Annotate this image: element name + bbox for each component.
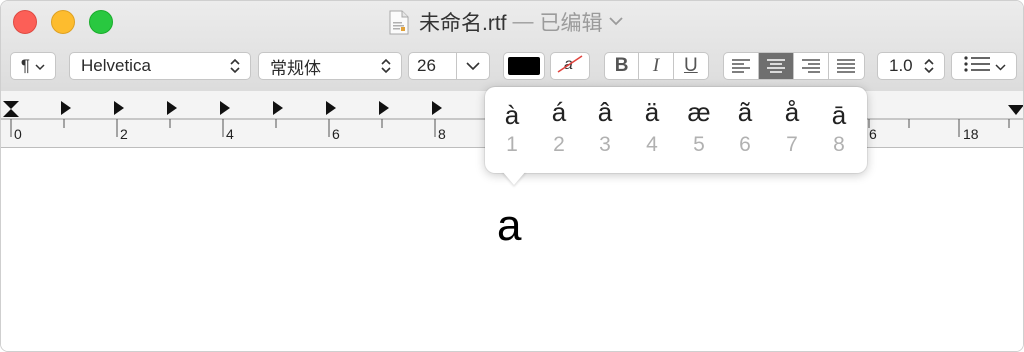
- accent-option[interactable]: ä 4: [632, 95, 672, 157]
- tab-stop-marker: [220, 101, 230, 115]
- ruler-number: 2: [120, 126, 128, 142]
- ruler-number: 8: [438, 126, 446, 142]
- first-line-indent-marker: [3, 101, 19, 109]
- font-family-value: Helvetica: [81, 56, 151, 75]
- document-name: 未命名.rtf: [419, 12, 507, 35]
- text-style-segmented-control: B I U: [604, 52, 709, 80]
- accent-char: â: [597, 97, 613, 127]
- accent-char: ä: [644, 97, 660, 127]
- updown-chevron-icon: [922, 56, 936, 76]
- chevron-down-icon[interactable]: [457, 61, 489, 71]
- accent-key: 1: [506, 133, 518, 156]
- accent-option[interactable]: à 1: [492, 95, 532, 157]
- align-left-icon: [732, 59, 750, 73]
- accent-char: ā: [831, 100, 847, 130]
- title-separator: —: [512, 10, 534, 33]
- rtf-document-icon: [389, 10, 409, 35]
- justify-button[interactable]: [829, 53, 864, 79]
- font-style-select[interactable]: 常规体: [258, 52, 402, 80]
- bold-button[interactable]: B: [605, 53, 640, 79]
- align-left-button[interactable]: [724, 53, 759, 79]
- alignment-segmented-control: [723, 52, 865, 80]
- updown-chevron-icon: [228, 56, 242, 76]
- align-center-icon: [767, 59, 785, 73]
- chevron-down-icon: [35, 56, 45, 76]
- close-button[interactable]: [13, 10, 37, 34]
- chevron-down-icon[interactable]: [608, 13, 623, 31]
- line-spacing-value: 1.0: [889, 56, 913, 75]
- bulleted-list-icon: [963, 55, 991, 78]
- accent-char: ã: [737, 97, 753, 127]
- ruler-number: 6: [869, 126, 877, 142]
- ruler-number: 4: [226, 126, 234, 142]
- textedit-window: 未命名.rtf — 已编辑 ¶ Helvetica 常规体 26 B I U 1…: [0, 0, 1024, 352]
- ruler-number: 6: [332, 126, 340, 142]
- font-size-combo[interactable]: 26: [408, 52, 490, 80]
- accent-key: 7: [786, 133, 798, 156]
- font-style-value: 常规体: [270, 58, 321, 78]
- italic-button[interactable]: I: [639, 53, 674, 79]
- ruler-number: 18: [963, 126, 979, 142]
- tab-stop-marker: [273, 101, 283, 115]
- right-indent-marker: [1008, 105, 1023, 115]
- pilcrow-icon: ¶: [20, 56, 31, 75]
- zoom-button[interactable]: [89, 10, 113, 34]
- tab-stop-marker: [61, 101, 71, 115]
- line-spacing-select[interactable]: 1.0: [877, 52, 945, 80]
- tab-stop-marker: [167, 101, 177, 115]
- accent-char: á: [551, 97, 567, 127]
- accent-char: å: [784, 97, 800, 127]
- accent-option[interactable]: æ 5: [679, 95, 719, 157]
- text-color-well[interactable]: [503, 52, 545, 80]
- ruler-number: 0: [14, 126, 22, 142]
- window-title-group[interactable]: 未命名.rtf — 已编辑: [389, 8, 623, 36]
- align-right-button[interactable]: [794, 53, 829, 79]
- accent-option[interactable]: ā 8: [819, 95, 859, 157]
- list-bullets-button[interactable]: [951, 52, 1017, 80]
- accent-key: 6: [739, 133, 751, 156]
- accent-key: 3: [599, 133, 611, 156]
- popover-arrow: [502, 171, 526, 185]
- left-indent-marker: [3, 109, 19, 117]
- accent-key: 8: [833, 133, 845, 156]
- tab-stop-marker: [114, 101, 124, 115]
- accent-key: 4: [646, 133, 658, 156]
- accent-option[interactable]: å 7: [772, 95, 812, 157]
- accent-key: 2: [553, 133, 565, 156]
- accent-option[interactable]: ã 6: [725, 95, 765, 157]
- paragraph-styles-button[interactable]: ¶: [10, 52, 56, 80]
- typed-character: a: [497, 201, 522, 250]
- font-size-input[interactable]: 26: [409, 56, 456, 76]
- tab-stop-marker: [432, 101, 442, 115]
- updown-chevron-icon: [379, 56, 393, 76]
- align-right-icon: [802, 59, 820, 73]
- accent-key: 5: [693, 133, 705, 156]
- underline-button[interactable]: U: [674, 53, 708, 79]
- accent-char: à: [504, 100, 520, 130]
- no-color-icon: a: [555, 54, 585, 79]
- minimize-button[interactable]: [51, 10, 75, 34]
- title-bar: 未命名.rtf — 已编辑 ¶ Helvetica 常规体 26 B I U 1…: [1, 1, 1023, 92]
- edited-status: 已编辑: [539, 12, 603, 35]
- align-center-button[interactable]: [759, 53, 794, 79]
- accent-option[interactable]: á 2: [539, 95, 579, 157]
- chevron-down-icon: [994, 56, 1006, 76]
- justify-icon: [837, 59, 856, 73]
- tab-stop-marker: [326, 101, 336, 115]
- background-color-well[interactable]: a: [550, 52, 590, 80]
- accent-character-popover: à 1 á 2 â 3 ä 4 æ 5 ã 6 å 7 ā 8: [485, 87, 867, 185]
- font-family-select[interactable]: Helvetica: [69, 52, 251, 80]
- text-color-swatch: [508, 57, 540, 75]
- accent-option[interactable]: â 3: [585, 95, 625, 157]
- accent-char: æ: [687, 97, 711, 127]
- tab-stop-marker: [379, 101, 389, 115]
